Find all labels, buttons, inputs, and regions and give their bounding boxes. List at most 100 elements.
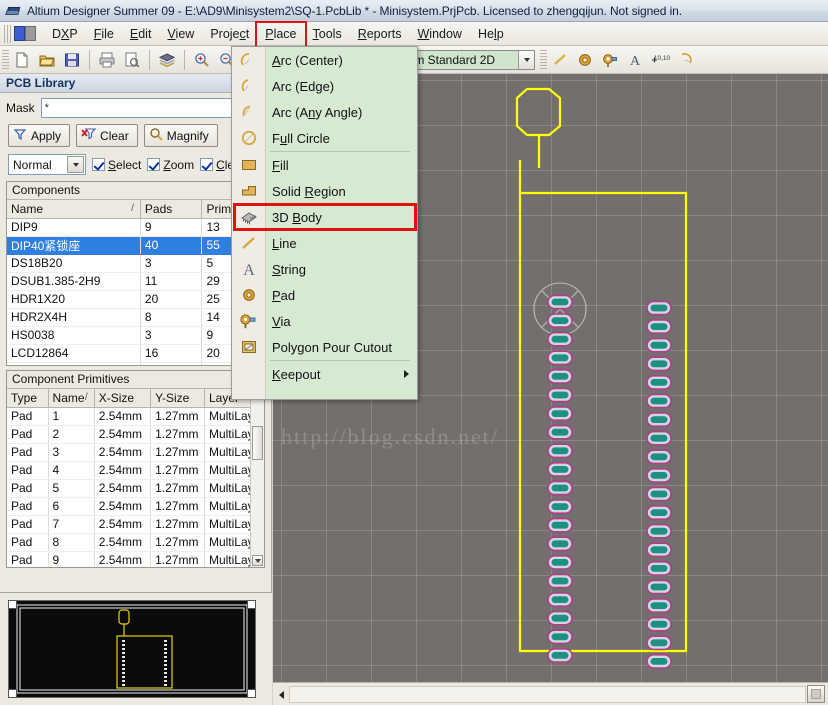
table-row[interactable]: Pad 9 2.54mm 1.27mm MultiLayer [7,551,264,567]
primitives-col-type[interactable]: Type [7,389,49,408]
select-checkbox[interactable]: Select [92,158,141,172]
table-row[interactable]: Pad 4 2.54mm 1.27mm MultiLayer [7,461,264,480]
table-row[interactable]: LCD12864 16 20 [7,344,264,363]
apply-button[interactable]: Apply [8,124,71,147]
scroll-down-icon[interactable] [252,555,263,566]
menu-item-string[interactable]: A String [232,256,417,282]
components-grid: Components Name/ Pads Primitives DIP9913… [6,181,265,366]
scroll-thumb[interactable] [252,426,263,460]
cell-xsize: 2.54mm [94,515,152,534]
zoom-in-icon[interactable] [190,48,214,72]
place-pad-icon[interactable] [573,48,597,72]
table-row[interactable]: HS0038 3 9 [7,326,264,345]
chevron-down-icon[interactable] [518,50,534,69]
place-string-icon[interactable]: A [623,48,647,72]
table-row[interactable]: RB10U212 [7,362,264,365]
chevron-down-icon[interactable] [67,156,84,173]
preview-handle-br[interactable] [247,689,256,698]
table-row[interactable]: Pad 7 2.54mm 1.27mm MultiLayer [7,515,264,534]
table-row[interactable]: Pad 8 2.54mm 1.27mm MultiLayer [7,533,264,552]
cell-xsize: 2.54mm [94,443,152,462]
primitives-col-name[interactable]: Name / [48,389,95,408]
save-icon[interactable] [60,48,84,72]
clear-button[interactable]: Clear [76,124,138,147]
menu-file[interactable]: File [86,24,122,44]
menu-item-solid-region[interactable]: Solid Region [232,178,417,204]
menu-item-label: Fill [272,157,289,173]
pad [547,610,573,626]
new-document-icon[interactable] [10,48,34,72]
place-via-icon[interactable] [598,48,622,72]
menu-window[interactable]: Window [409,24,469,44]
menu-item-arc-edge[interactable]: Arc (Edge) [232,73,417,99]
open-folder-icon[interactable] [35,48,59,72]
table-row[interactable]: HDR2X4H 8 14 [7,308,264,327]
full-circle-icon [232,129,266,147]
print-icon[interactable] [95,48,119,72]
components-col-pads[interactable]: Pads [140,200,203,219]
menu-item-pad[interactable]: Pad [232,282,417,308]
menu-item-arc-any-angle[interactable]: Arc (Any Angle) [232,99,417,125]
pad [646,523,672,539]
component-preview[interactable] [8,600,256,698]
menu-item-fill[interactable]: Fill [232,152,417,178]
menu-item-polygon-pour-cutout[interactable]: Polygon Pour Cutout [232,334,417,360]
menu-tools[interactable]: Tools [305,24,350,44]
preview-handle-tl[interactable] [8,600,17,609]
menu-project[interactable]: Project [202,24,257,44]
table-row[interactable]: Pad 5 2.54mm 1.27mm MultiLayer [7,479,264,498]
board-layers-icon[interactable] [155,48,179,72]
via-icon [232,312,266,330]
menu-edit[interactable]: Edit [122,24,160,44]
print-preview-icon[interactable] [120,48,144,72]
menu-reports[interactable]: Reports [350,24,410,44]
preview-handle-tr[interactable] [247,600,256,609]
menu-item-arc-center[interactable]: Arc (Center) [232,47,417,73]
menu-item-via[interactable]: Via [232,308,417,334]
table-row[interactable]: HDR1X20 20 25 [7,290,264,309]
pad [547,647,573,663]
menu-dxp[interactable]: DXP [44,24,86,44]
toolbar-drag-grip[interactable] [2,49,9,70]
menu-drag-grip[interactable] [4,24,11,43]
hscroll-resize-grip[interactable] [807,685,825,703]
table-row[interactable]: DIP9 9 13 [7,218,264,237]
zoom-checkbox[interactable]: Zoom [147,158,194,172]
table-row[interactable]: Pad 3 2.54mm 1.27mm MultiLayer [7,443,264,462]
pad [547,461,573,477]
menu-item-full-circle[interactable]: Full Circle [232,125,417,151]
menu-item-keepout[interactable]: Keepout [232,361,417,387]
hscroll-track[interactable] [289,686,806,703]
menu-item-label: Arc (Center) [272,52,343,68]
table-row[interactable]: Pad 1 2.54mm 1.27mm MultiLayer [7,407,264,426]
table-row[interactable]: DS18B20 3 5 [7,254,264,273]
preview-drawing [16,604,248,694]
table-row-selected[interactable]: DIP40紧锁座 40 55 [7,236,264,255]
preview-handle-bl[interactable] [8,689,17,698]
canvas-hscroll[interactable] [273,682,828,705]
place-arc-icon[interactable] [673,48,697,72]
toolbar-separator [89,49,90,70]
table-row[interactable]: DSUB1.385-2H9 11 29 [7,272,264,291]
menu-item-3d-body[interactable]: 3D Body [232,203,417,231]
menu-item-line[interactable]: Line [232,230,417,256]
primitives-col-xsize[interactable]: X-Size [94,389,152,408]
menu-item-label: Via [272,313,291,329]
table-row[interactable]: Pad 6 2.54mm 1.27mm MultiLayer [7,497,264,516]
menu-view[interactable]: View [159,24,202,44]
scroll-left-icon[interactable] [274,686,288,703]
menu-place[interactable]: Place [255,20,307,48]
table-row[interactable]: Pad 2 2.54mm 1.27mm MultiLayer [7,425,264,444]
place-line-icon[interactable] [548,48,572,72]
magnify-button[interactable]: Magnify [143,124,218,147]
toolbar-drag-grip-2[interactable] [540,49,547,70]
cell-ysize: 1.27mm [150,479,205,498]
place-coordinate-icon[interactable]: 10,10 [648,48,672,72]
mask-mode-combo[interactable]: Normal [8,154,86,175]
menu-help[interactable]: Help [470,24,512,44]
cell-type: Pad [7,551,49,567]
components-col-name[interactable]: Name / [7,200,141,219]
primitives-vscroll[interactable] [250,371,264,567]
primitives-col-ysize[interactable]: Y-Size [150,389,205,408]
checkbox-box [92,158,105,171]
